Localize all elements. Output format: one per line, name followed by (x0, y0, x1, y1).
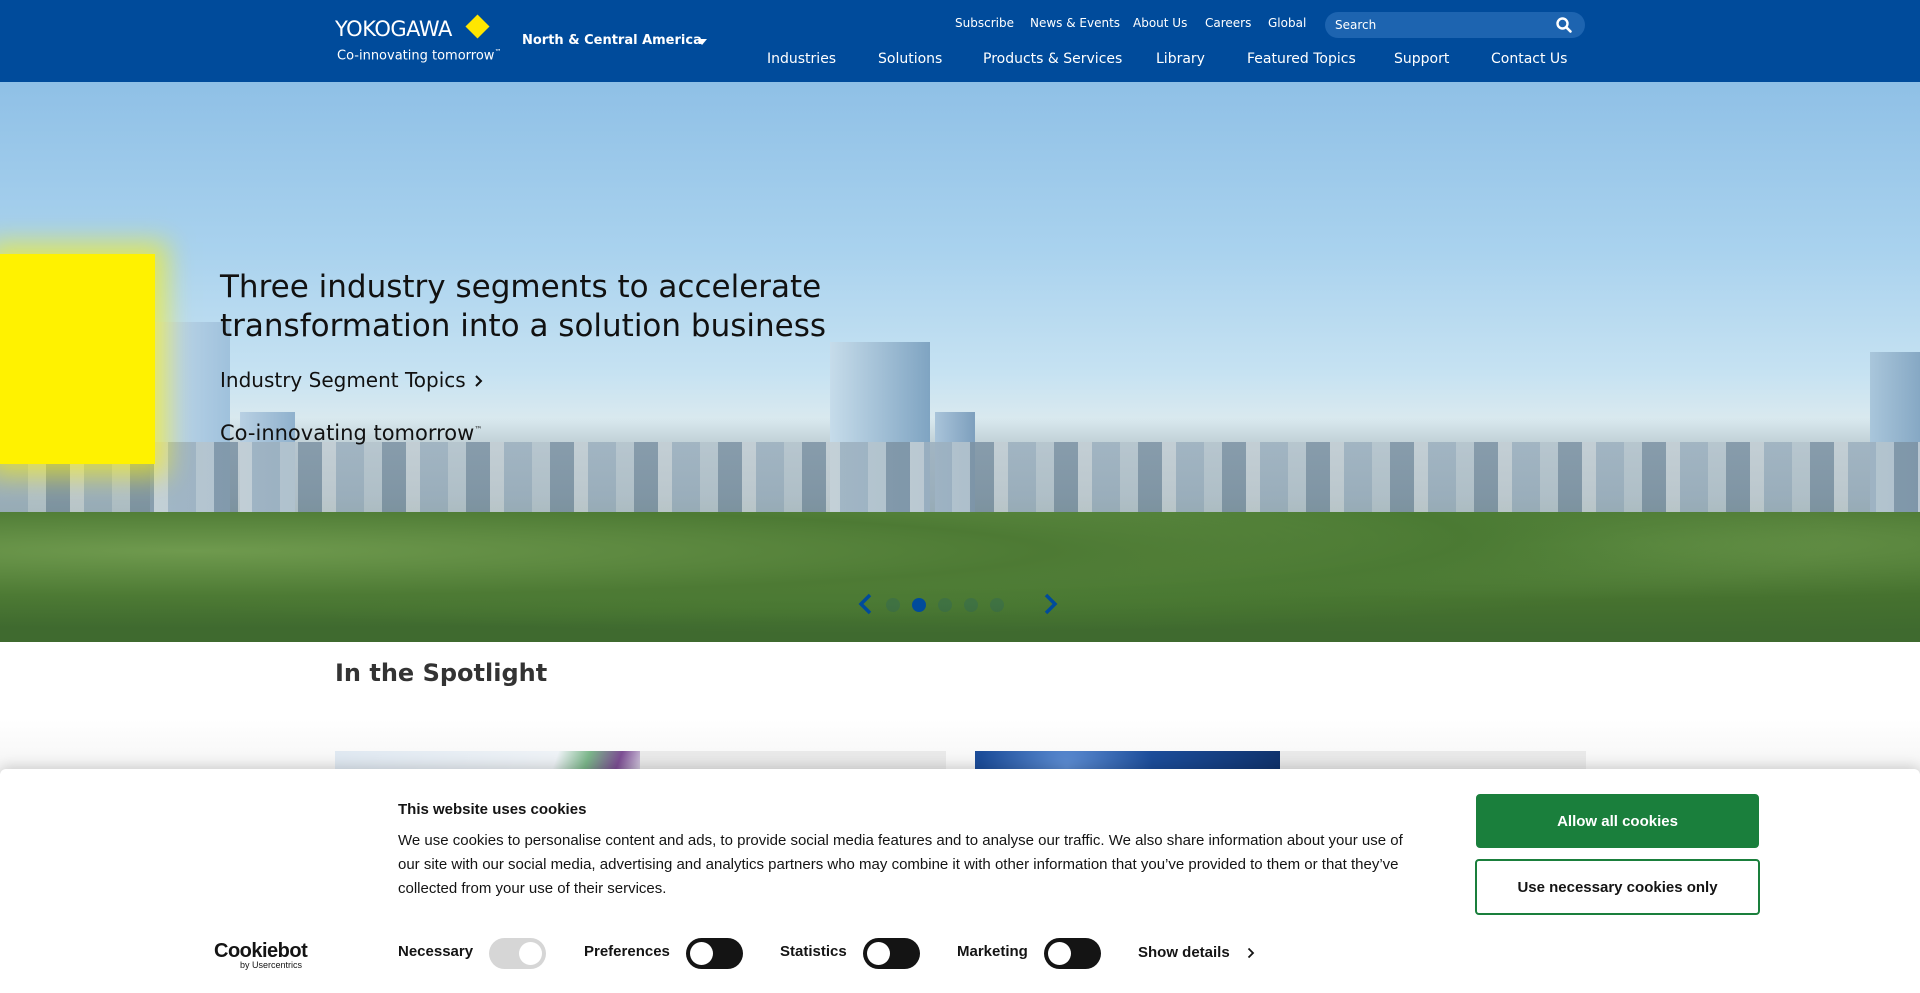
cookie-banner-title: This website uses cookies (398, 801, 587, 818)
necessary-toggle (489, 938, 546, 969)
carousel-dot-active[interactable] (912, 598, 926, 612)
carousel-controls (856, 592, 1066, 616)
nav-support[interactable]: Support (1394, 51, 1449, 67)
nav-contact-us[interactable]: Contact Us (1491, 51, 1567, 67)
preferences-label: Preferences (584, 943, 670, 960)
logo-diamond-icon (465, 14, 490, 39)
search-box[interactable] (1325, 12, 1585, 38)
hero-link-label: Industry Segment Topics (220, 368, 466, 392)
carousel-dot[interactable] (938, 598, 952, 612)
util-nav-careers[interactable]: Careers (1205, 16, 1251, 32)
statistics-toggle[interactable] (863, 938, 920, 969)
necessary-label: Necessary (398, 943, 474, 960)
nav-library[interactable]: Library (1156, 51, 1205, 67)
statistics-label: Statistics (780, 943, 847, 960)
chevron-right-icon[interactable] (1040, 592, 1060, 616)
toggle-knob (1048, 942, 1071, 965)
cookiebot-logo[interactable]: Cookiebot by Usercentrics (214, 940, 318, 972)
region-selector[interactable]: North & Central America (522, 33, 702, 48)
chevron-left-icon[interactable] (856, 592, 876, 616)
util-nav-news-events[interactable]: News & Events (1030, 16, 1120, 32)
marketing-toggle[interactable] (1044, 938, 1101, 969)
logo-wordmark: YOKOGAWA (335, 17, 452, 41)
util-nav-global[interactable]: Global (1268, 16, 1306, 32)
hero-tagline: Co-innovating tomorrow™ (220, 421, 483, 445)
carousel-dot[interactable] (990, 598, 1004, 612)
hero-link-industry-segment-topics[interactable]: Industry Segment Topics (220, 368, 484, 392)
preferences-toggle[interactable] (686, 938, 743, 969)
hero-yellow-accent (0, 254, 155, 464)
nav-products-services[interactable]: Products & Services (983, 51, 1122, 67)
chevron-right-icon (475, 375, 483, 387)
search-icon[interactable] (1555, 16, 1573, 34)
search-input[interactable] (1335, 16, 1545, 34)
hero-title: Three industry segments to accelerate tr… (220, 269, 827, 344)
logo-tagline: Co-innovating tomorrow™ (337, 48, 502, 64)
toggle-knob (519, 942, 542, 965)
carousel-dot[interactable] (964, 598, 978, 612)
hero-banner: Three industry segments to accelerate tr… (0, 82, 1920, 642)
nav-industries[interactable]: Industries (767, 51, 836, 67)
util-nav-subscribe[interactable]: Subscribe (955, 16, 1014, 32)
site-header: YOKOGAWA Co-innovating tomorrow™ North &… (0, 0, 1920, 82)
toggle-knob (690, 942, 713, 965)
toggle-knob (867, 942, 890, 965)
yokogawa-logo[interactable]: YOKOGAWA Co-innovating tomorrow™ (335, 14, 505, 67)
allow-all-cookies-button[interactable]: Allow all cookies (1476, 794, 1759, 848)
util-nav-about-us[interactable]: About Us (1133, 16, 1187, 32)
spotlight-heading: In the Spotlight (335, 659, 548, 687)
chevron-right-icon[interactable] (1247, 947, 1255, 959)
cookie-banner-body: We use cookies to personalise content an… (398, 832, 1403, 897)
cookiebot-byline: by Usercentrics (240, 960, 303, 970)
necessary-cookies-only-button[interactable]: Use necessary cookies only (1475, 859, 1760, 915)
carousel-dot[interactable] (886, 598, 900, 612)
marketing-label: Marketing (957, 943, 1028, 960)
show-details-link[interactable]: Show details (1138, 944, 1230, 961)
nav-solutions[interactable]: Solutions (878, 51, 942, 67)
hero-trees (0, 512, 1920, 642)
chevron-down-icon[interactable] (697, 39, 707, 45)
nav-featured-topics[interactable]: Featured Topics (1247, 51, 1356, 67)
